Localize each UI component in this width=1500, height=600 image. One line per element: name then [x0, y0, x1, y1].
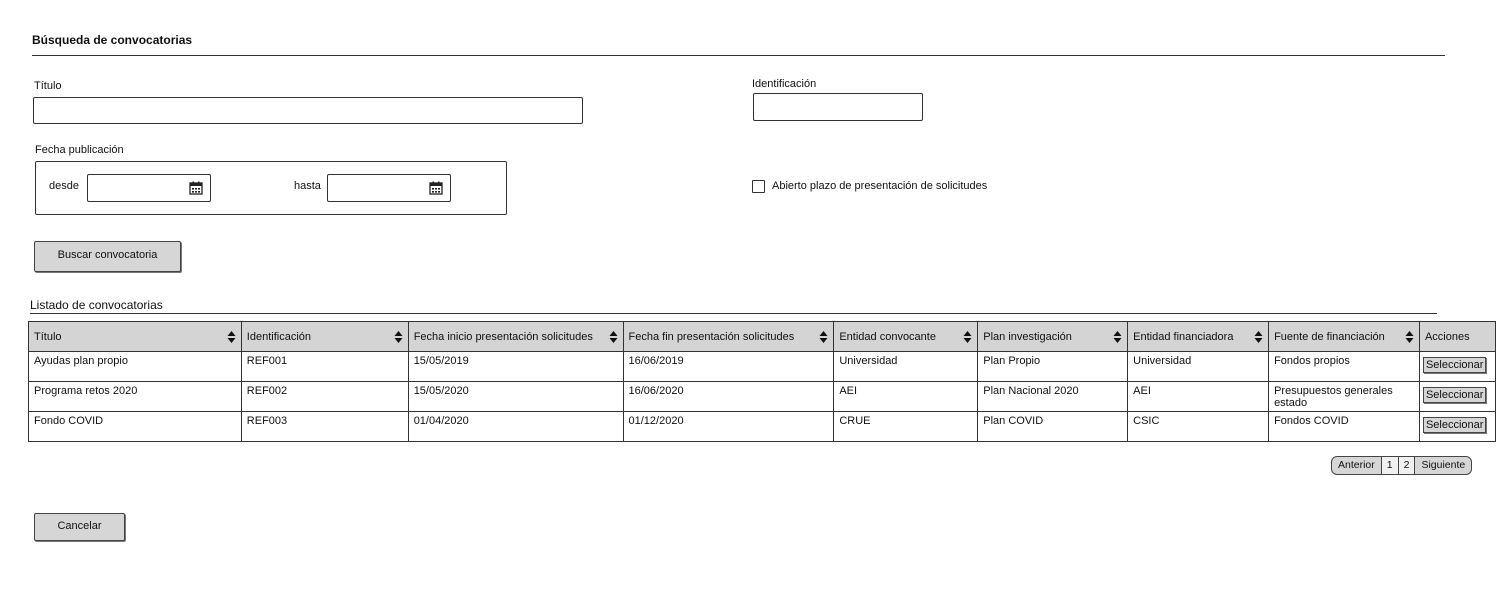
cell-entidad-convocante: Universidad — [839, 355, 898, 367]
cell-fecha-inicio: 15/05/2019 — [413, 355, 469, 367]
abierto-plazo-label: Abierto plazo de presentación de solicit… — [772, 180, 988, 192]
pagination: Anterior 1 2 Siguiente — [1331, 456, 1473, 475]
cell-fecha-fin: 16/06/2020 — [628, 385, 684, 397]
convocatorias-table: Título Identificación Fecha inicio prese… — [28, 321, 1497, 442]
cell-entidad-convocante: AEI — [839, 385, 858, 397]
listado-divider — [30, 313, 1437, 314]
cell-fecha-inicio: 15/05/2020 — [413, 385, 469, 397]
table-row: Ayudas plan propio REF001 15/05/2019 16/… — [28, 351, 1497, 382]
desde-label: desde — [49, 180, 79, 192]
cell-titulo: Ayudas plan propio — [34, 355, 128, 367]
anterior-button[interactable]: Anterior — [1332, 457, 1382, 474]
search-title: Búsqueda de convocatorias — [32, 33, 193, 47]
titulo-label: Título — [34, 80, 62, 92]
column-header-fecha-inicio[interactable]: Fecha inicio presentación solicitudes — [407, 321, 624, 352]
sort-icon[interactable] — [1405, 330, 1414, 344]
cell-entidad-financiadora: Universidad — [1133, 355, 1192, 367]
titulo-field[interactable] — [33, 97, 583, 124]
cell-entidad-convocante: CRUE — [839, 415, 871, 427]
cell-identificacion: REF003 — [246, 415, 288, 427]
hasta-date-field[interactable] — [327, 174, 451, 202]
cell-titulo: Programa retos 2020 — [34, 385, 138, 397]
cell-titulo: Fondo COVID — [34, 415, 104, 427]
titulo-input[interactable] — [34, 98, 582, 123]
cancelar-button[interactable]: Cancelar — [34, 513, 125, 541]
abierto-plazo-checkbox[interactable] — [752, 180, 765, 193]
column-header-acciones: Acciones — [1418, 321, 1497, 352]
cell-plan-investigacion: Plan Propio — [983, 355, 1041, 367]
page-1-button[interactable]: 1 — [1381, 457, 1399, 474]
cell-entidad-financiadora: AEI — [1133, 385, 1151, 397]
calendar-icon[interactable] — [189, 181, 203, 195]
hasta-label: hasta — [294, 180, 321, 192]
buscar-convocatoria-button[interactable]: Buscar convocatoria — [34, 241, 181, 272]
fecha-publicacion-group: desde hasta — [35, 161, 507, 215]
sort-icon[interactable] — [819, 330, 828, 344]
identificacion-field[interactable] — [753, 93, 923, 121]
siguiente-button[interactable]: Siguiente — [1415, 457, 1471, 474]
cell-fuente-financiacion: Fondos propios — [1274, 355, 1350, 367]
seleccionar-button[interactable]: Seleccionar — [1422, 417, 1487, 433]
seleccionar-button[interactable]: Seleccionar — [1422, 357, 1487, 373]
column-header-identificacion[interactable]: Identificación — [240, 321, 409, 352]
table-header-row: Título Identificación Fecha inicio prese… — [28, 321, 1497, 352]
column-header-fuente-financiacion[interactable]: Fuente de financiación — [1268, 321, 1420, 352]
page-2-button[interactable]: 2 — [1398, 457, 1416, 474]
cell-plan-investigacion: Plan Nacional 2020 — [983, 385, 1079, 397]
fecha-publicacion-label: Fecha publicación — [35, 144, 124, 156]
sort-icon[interactable] — [963, 330, 972, 344]
listado-title: Listado de convocatorias — [30, 298, 163, 312]
sort-icon[interactable] — [394, 330, 403, 344]
cell-entidad-financiadora: CSIC — [1133, 415, 1160, 427]
column-header-entidad-financiadora[interactable]: Entidad financiadora — [1127, 321, 1270, 352]
sort-icon[interactable] — [1113, 330, 1122, 344]
column-header-fecha-fin[interactable]: Fecha fin presentación solicitudes — [622, 321, 835, 352]
cell-fuente-financiacion: Presupuestos generales estado — [1274, 385, 1393, 409]
column-header-titulo[interactable]: Título — [28, 321, 242, 352]
cell-fecha-inicio: 01/04/2020 — [413, 415, 469, 427]
seleccionar-button[interactable]: Seleccionar — [1422, 387, 1487, 403]
identificacion-label: Identificación — [752, 78, 817, 90]
table-row: Programa retos 2020 REF002 15/05/2020 16… — [28, 381, 1497, 412]
cell-identificacion: REF001 — [246, 355, 288, 367]
desde-date-field[interactable] — [87, 174, 211, 202]
cell-plan-investigacion: Plan COVID — [983, 415, 1044, 427]
cell-identificacion: REF002 — [246, 385, 288, 397]
sort-icon[interactable] — [1254, 330, 1263, 344]
sort-icon[interactable] — [609, 330, 618, 344]
calendar-icon[interactable] — [429, 181, 443, 195]
cell-fecha-fin: 16/06/2019 — [628, 355, 684, 367]
cell-fecha-fin: 01/12/2020 — [628, 415, 684, 427]
column-header-entidad-convocante[interactable]: Entidad convocante — [833, 321, 979, 352]
identificacion-input[interactable] — [754, 94, 922, 120]
title-divider — [32, 55, 1445, 56]
sort-icon[interactable] — [227, 330, 236, 344]
column-header-plan-investigacion[interactable]: Plan investigación — [977, 321, 1129, 352]
table-row: Fondo COVID REF003 01/04/2020 01/12/2020… — [28, 411, 1497, 442]
cell-fuente-financiacion: Fondos COVID — [1274, 415, 1349, 427]
